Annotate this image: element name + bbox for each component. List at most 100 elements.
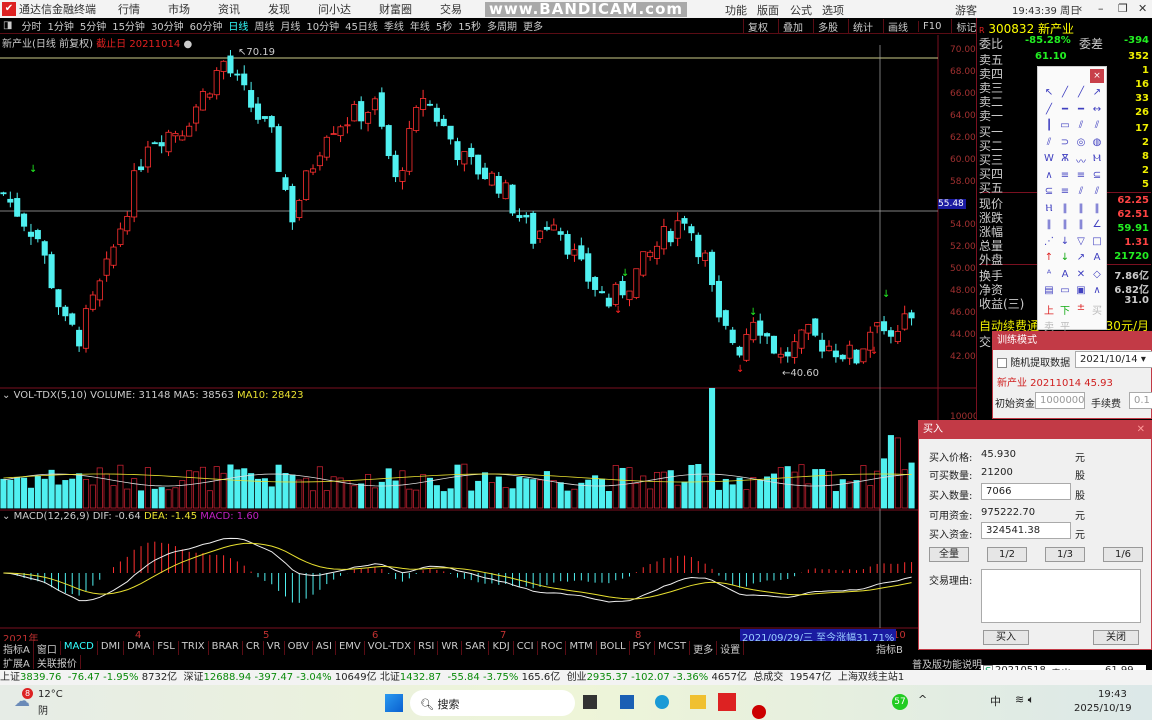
drawing-tool-icon[interactable]: ⊆ (1089, 170, 1105, 187)
period-tab[interactable]: 更多 (523, 22, 543, 33)
drawing-tool-icon[interactable]: ‖ (1073, 203, 1089, 220)
folder-icon[interactable] (690, 695, 706, 709)
drawing-tool-icon[interactable]: ◍ (1089, 137, 1105, 154)
notification-badge[interactable]: 57 (892, 694, 908, 710)
toolbar-button[interactable]: F10 (918, 20, 945, 32)
drawing-tool-icon[interactable]: ⫽ (1089, 120, 1105, 137)
drawing-tool-icon[interactable]: Ⲙ (1089, 153, 1105, 170)
capital-input[interactable]: 1000000 (1035, 392, 1085, 409)
menu-quotes[interactable]: 行情 (118, 1, 140, 17)
ext-tab-related[interactable]: 关联报价 (34, 655, 81, 670)
drawing-tool-icon[interactable]: ↑ (1041, 252, 1057, 269)
period-tab[interactable]: 多周期 (487, 22, 517, 33)
period-tab[interactable]: 1分钟 (47, 22, 73, 33)
drawing-tool-icon[interactable]: ↓ (1057, 252, 1073, 269)
period-tab[interactable]: 5分钟 (80, 22, 106, 33)
period-tab[interactable]: 5秒 (436, 22, 452, 33)
tray-date[interactable]: 2025/10/19 (1074, 703, 1132, 714)
period-tab[interactable]: 年线 (410, 22, 430, 33)
fee-input[interactable]: 0.1 (1129, 392, 1152, 409)
drawing-tool-icon[interactable]: ◎ (1073, 137, 1089, 154)
menu-trade[interactable]: 交易 (440, 1, 462, 17)
menu-ask[interactable]: 问小达 (318, 1, 351, 17)
drawing-tool-icon[interactable]: ∧ (1041, 170, 1057, 187)
period-tab[interactable]: 45日线 (345, 22, 378, 33)
period-tab[interactable]: 季线 (384, 22, 404, 33)
period-tab[interactable]: 分时 (21, 22, 41, 33)
drawing-tool-icon[interactable]: ‖ (1073, 219, 1089, 236)
indicator-tab[interactable]: DMI (98, 641, 125, 655)
drawing-tool-icon[interactable]: ‖ (1057, 219, 1073, 236)
drawing-tool-icon[interactable]: A (1057, 269, 1073, 286)
drawing-tool-icon[interactable]: 买 (1089, 302, 1105, 319)
drawing-tool-icon[interactable]: ‖ (1057, 203, 1073, 220)
drawing-tool-icon[interactable]: ⊆ (1041, 186, 1057, 203)
drawing-tool-icon[interactable]: ↖ (1041, 87, 1057, 104)
close-icon[interactable]: ✕ (1137, 421, 1145, 439)
indicator-tab[interactable]: RSI (415, 641, 439, 655)
random-checkbox[interactable]: 随机提取数据 (997, 354, 1070, 369)
drawing-tool-icon[interactable]: A (1089, 252, 1105, 269)
indicator-tab[interactable]: ROC (538, 641, 567, 655)
indicator-tab[interactable]: MTM (566, 641, 597, 655)
menu-options[interactable]: 选项 (822, 2, 844, 18)
drawing-tool-icon[interactable]: ▭ (1057, 285, 1073, 302)
period-tab[interactable]: 周线 (254, 22, 274, 33)
drawing-tool-icon[interactable]: W (1041, 153, 1057, 170)
indicator-tab[interactable]: BOLL (597, 641, 630, 655)
reason-textarea[interactable] (981, 569, 1141, 623)
indicator-tab[interactable]: OBV (285, 641, 313, 655)
close-icon[interactable]: ✕ (1138, 2, 1147, 15)
search-box[interactable]: 🔍︎ 搜索 (410, 690, 575, 716)
drawing-tool-icon[interactable]: ╱ (1057, 87, 1073, 104)
back-icon[interactable]: ‹ (1078, 2, 1082, 15)
drawing-tool-icon[interactable]: ± (1073, 302, 1089, 319)
record-icon[interactable] (752, 705, 766, 719)
indicator-tab[interactable]: MCST (655, 641, 691, 655)
amount-input[interactable]: 324541.38 (981, 522, 1071, 539)
drawing-tool-icon[interactable]: 上 (1041, 302, 1057, 319)
close-button[interactable]: 关闭 (1093, 630, 1139, 645)
drawing-tool-icon[interactable]: ⫽ (1073, 120, 1089, 137)
tray-time[interactable]: 19:43 (1098, 689, 1127, 700)
indicator-tab[interactable]: 指标A (0, 641, 34, 656)
ime-indicator[interactable]: 中 (990, 693, 1001, 709)
drawing-tool-icon[interactable]: ▭ (1057, 120, 1073, 137)
collapse-icon[interactable]: ⌄ (2, 390, 10, 401)
drawing-tool-icon[interactable]: 下 (1057, 302, 1073, 319)
drawing-tool-icon[interactable]: ▣ (1073, 285, 1089, 302)
drawing-tool-icon[interactable]: □ (1089, 236, 1105, 253)
drawing-tool-icon[interactable]: ↗ (1073, 252, 1089, 269)
indicator-b-tab[interactable]: 指标B (876, 641, 903, 656)
third-qty-button[interactable]: 1/3 (1045, 547, 1085, 562)
collapse-icon[interactable]: ⌄ (2, 511, 10, 522)
drawing-tool-icon[interactable]: ━ (1057, 104, 1073, 121)
drawing-tool-icon[interactable]: ≡ (1057, 170, 1073, 187)
user-label[interactable]: 游客 (955, 2, 977, 18)
start-icon[interactable] (385, 694, 403, 712)
period-tab[interactable]: 月线 (280, 22, 300, 33)
chart-area[interactable]: ↓ ↓ ↓ ↓ ↓ ↓ ↓ (0, 35, 976, 641)
drawing-tool-icon[interactable]: ┃ (1041, 120, 1057, 137)
drawing-tool-icon[interactable]: ᴬ (1041, 269, 1057, 286)
toolbar-button[interactable]: 多股 (813, 18, 842, 34)
restore-icon[interactable]: ❐ (1118, 2, 1128, 15)
drawing-tool-icon[interactable]: ▤ (1041, 285, 1057, 302)
layout-toggle-icon[interactable]: ◨ (3, 20, 12, 31)
menu-function[interactable]: 功能 (725, 2, 747, 18)
toolbar-button[interactable]: 画线 (883, 18, 912, 34)
indicator-tab[interactable]: TRIX (179, 641, 209, 655)
buy-button[interactable]: 买入 (983, 630, 1029, 645)
drawing-tool-icon[interactable]: ‖ (1089, 203, 1105, 220)
menu-news[interactable]: 资讯 (218, 1, 240, 17)
drawing-tool-icon[interactable]: ⫽ (1089, 186, 1105, 203)
drawing-tool-icon[interactable]: ▽ (1073, 236, 1089, 253)
indicator-tab[interactable]: BRAR (209, 641, 243, 655)
full-qty-button[interactable]: 全量 (929, 547, 969, 562)
chevron-up-icon[interactable]: ^ (918, 693, 927, 706)
drawing-tool-icon[interactable]: ↓ (1057, 236, 1073, 253)
drawing-tool-icon[interactable]: ╱ (1041, 104, 1057, 121)
indicator-tab[interactable]: KDJ (489, 641, 514, 655)
period-tab[interactable]: 15秒 (458, 22, 481, 33)
drawing-tool-icon[interactable]: ⋰ (1041, 236, 1057, 253)
